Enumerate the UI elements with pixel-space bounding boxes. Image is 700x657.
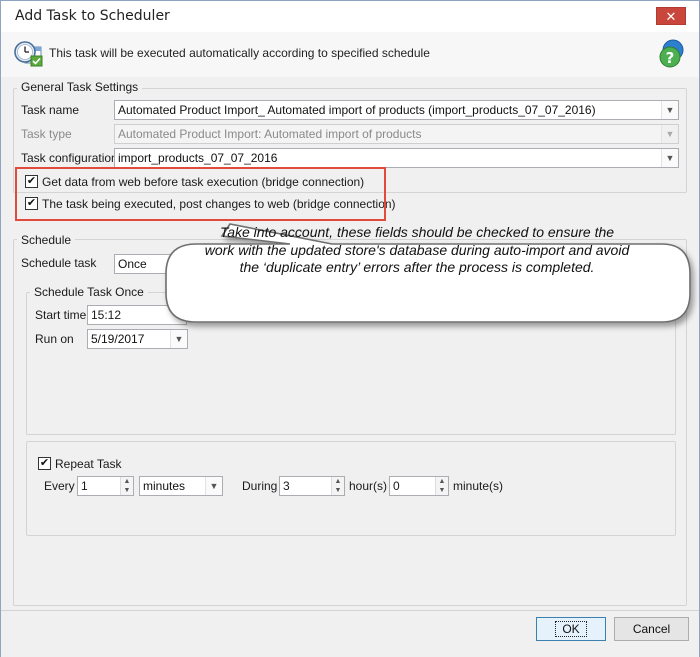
schedule-task-combo[interactable]: Once	[114, 254, 184, 274]
dialog-header: This task will be executed automatically…	[1, 32, 699, 77]
task-name-combo[interactable]: Automated Product Import_ Automated impo…	[114, 100, 679, 120]
chevron-down-icon[interactable]: ▼	[205, 477, 222, 495]
dialog-window: Add Task to Scheduler ✕ This task will b…	[0, 0, 700, 657]
general-settings-title: General Task Settings	[17, 80, 143, 94]
minutes-label: minute(s)	[453, 479, 504, 493]
window-title: Add Task to Scheduler	[15, 8, 170, 24]
task-name-label: Task name	[21, 103, 80, 117]
ok-button[interactable]: OK	[536, 617, 606, 641]
ok-button-label: OK	[555, 621, 587, 637]
cancel-button-label: Cancel	[632, 622, 671, 636]
task-config-label: Task configuration	[21, 151, 118, 165]
dialog-content: This task will be executed automatically…	[1, 32, 699, 657]
header-description: This task will be executed automatically…	[49, 46, 430, 60]
close-button[interactable]: ✕	[656, 7, 686, 25]
clock-calendar-icon	[14, 41, 43, 67]
footer-divider	[1, 610, 699, 611]
highlight-box	[15, 167, 386, 221]
help-icon[interactable]: ?	[657, 38, 687, 70]
spinner-arrows-icon[interactable]: ▲ ▼	[435, 477, 448, 495]
schedule-once-title: Schedule Task Once	[30, 285, 148, 299]
every-label: Every	[44, 479, 75, 493]
chevron-down-icon[interactable]: ▼	[661, 101, 678, 119]
start-time-label: Start time	[35, 308, 87, 322]
every-unit-combo[interactable]: minutes ▼	[139, 476, 223, 496]
task-type-value: Automated Product Import: Automated impo…	[118, 127, 422, 141]
task-config-value: import_products_07_07_2016	[118, 151, 278, 165]
hours-label: hour(s)	[349, 479, 388, 493]
during-label: During	[242, 479, 278, 493]
task-type-combo: Automated Product Import: Automated impo…	[114, 124, 679, 144]
close-icon: ✕	[665, 9, 677, 24]
chevron-down-icon[interactable]: ▼	[661, 149, 678, 167]
svg-text:?: ?	[666, 49, 675, 67]
during-hours-spinner[interactable]: 3 ▲ ▼	[279, 476, 345, 496]
task-config-combo[interactable]: import_products_07_07_2016 ▼	[114, 148, 679, 168]
task-name-value: Automated Product Import_ Automated impo…	[118, 103, 596, 117]
chevron-down-icon[interactable]: ▼	[170, 330, 187, 348]
repeat-task-checkbox[interactable]: ✔	[38, 457, 51, 470]
during-minutes-spinner[interactable]: 0 ▲ ▼	[389, 476, 449, 496]
every-unit-value: minutes	[143, 479, 186, 493]
schedule-title: Schedule	[17, 233, 76, 247]
start-time-value: 15:12	[91, 308, 122, 322]
schedule-task-value: Once	[118, 257, 147, 271]
every-spinner[interactable]: 1 ▲ ▼	[77, 476, 134, 496]
during-minutes-value: 0	[393, 479, 400, 493]
spinner-arrows-icon[interactable]: ▲ ▼	[331, 477, 344, 495]
schedule-task-label: Schedule task	[21, 256, 97, 270]
task-type-label: Task type	[21, 127, 72, 141]
title-bar[interactable]: Add Task to Scheduler ✕	[1, 1, 699, 32]
run-on-date-picker[interactable]: 5/19/2017 ▼	[87, 329, 188, 349]
start-time-input[interactable]: 15:12	[87, 305, 187, 325]
run-on-label: Run on	[35, 332, 74, 346]
during-hours-value: 3	[283, 479, 290, 493]
spinner-arrows-icon[interactable]: ▲ ▼	[120, 477, 133, 495]
chevron-down-icon: ▼	[661, 125, 678, 143]
cancel-button[interactable]: Cancel	[614, 617, 689, 641]
repeat-task-label[interactable]: Repeat Task	[55, 457, 122, 471]
run-on-value: 5/19/2017	[91, 332, 145, 346]
every-value: 1	[81, 479, 88, 493]
